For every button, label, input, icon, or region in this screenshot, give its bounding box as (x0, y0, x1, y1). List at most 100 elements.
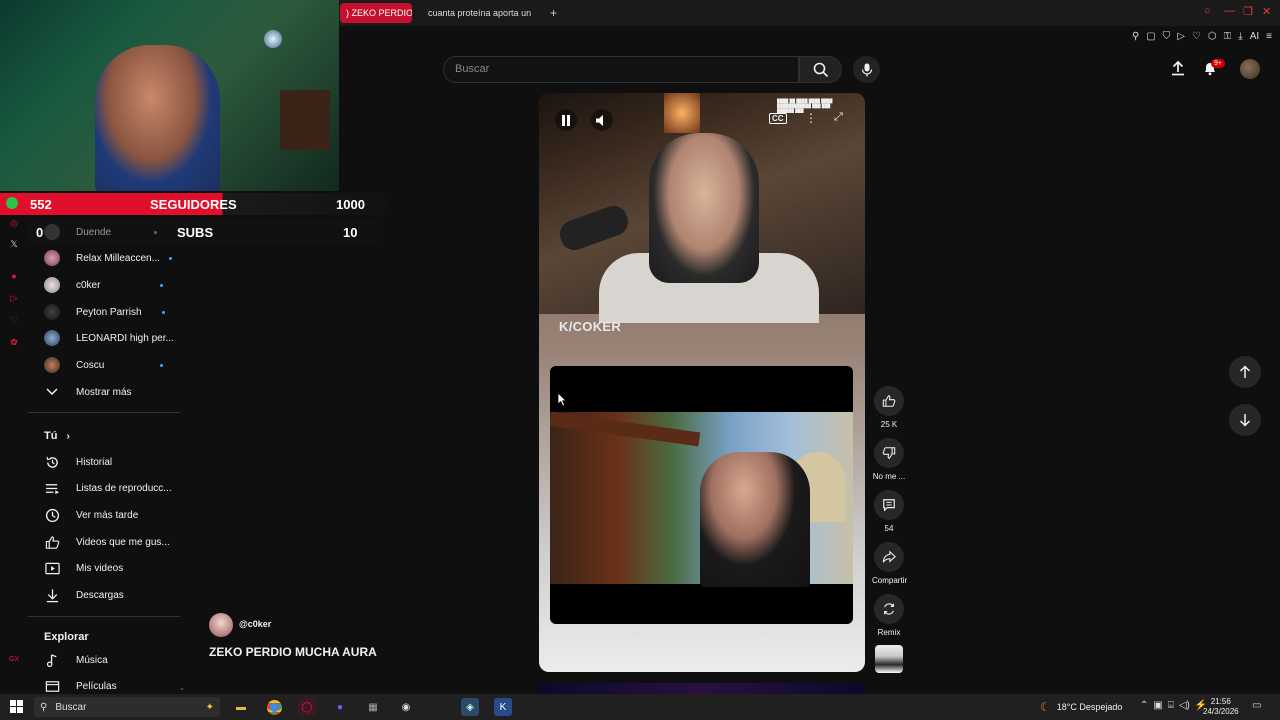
channel-avatar (44, 357, 60, 373)
x-icon: 𝕏 (10, 239, 18, 249)
steam-icon[interactable]: ◈ (461, 698, 479, 716)
search-input[interactable]: Buscar (443, 56, 799, 83)
restore-icon[interactable]: ❐ (1243, 5, 1253, 18)
ai-button[interactable]: AI (1250, 31, 1259, 42)
remix-button[interactable]: Remix (872, 594, 906, 637)
sidebar-channel-leonardi[interactable]: LEONARDI high per... (44, 328, 174, 348)
tray-network-icon[interactable]: ⌸ (1168, 700, 1174, 711)
next-short-button[interactable] (1229, 404, 1261, 436)
share-button[interactable]: Compartir (872, 542, 908, 585)
sidebar-item-downloads[interactable]: Descargas (44, 585, 124, 605)
menu-icon[interactable]: ≡ (1266, 31, 1272, 42)
vpn-icon[interactable]: ⚿ (1224, 31, 1232, 42)
like-button[interactable]: 25 K (872, 386, 906, 429)
file-explorer-icon[interactable]: ▬ (232, 698, 250, 716)
gx-icon: GX (8, 656, 20, 663)
show-more-button[interactable]: Mostrar más (44, 382, 132, 402)
heart-icon[interactable]: ♡ (1192, 31, 1201, 42)
you-section-header[interactable]: Tú › (44, 430, 70, 442)
sidebar-channel-relax[interactable]: Relax Milleaccen... (44, 248, 172, 268)
app-icon[interactable]: ▦ (364, 698, 382, 716)
taskbar-search-input[interactable]: ⚲ Buscar ✦ (34, 697, 220, 717)
upload-icon[interactable] (1170, 60, 1186, 81)
fullscreen-icon[interactable]: ⤢ (834, 111, 843, 124)
search-button[interactable] (799, 56, 842, 83)
microphone-icon (861, 63, 872, 76)
snapshot-icon[interactable]: ▢ (1146, 31, 1155, 42)
sidebar-item-liked-videos[interactable]: Videos que me gus... (44, 532, 170, 552)
chrome-icon[interactable] (265, 698, 283, 716)
stream-caption-overlay: ████ ██ ████ ████ ████ ████████████ ███ █… (777, 98, 833, 113)
music-icon (44, 652, 60, 668)
sidebar-scroll-chevron-icon[interactable]: ⌄ (179, 684, 185, 692)
followers-count: 552 (30, 197, 52, 212)
sidebar-channel-c0ker[interactable]: c0ker (44, 275, 164, 295)
obs-icon[interactable]: ◉ (397, 698, 415, 716)
clip-image (550, 411, 853, 587)
sidebar-item-my-videos[interactable]: Mis videos (44, 558, 123, 578)
previous-short-button[interactable] (1229, 356, 1261, 388)
shield-icon[interactable]: ⛉ (1163, 31, 1171, 42)
notifications-center-icon[interactable]: ▭ (1252, 700, 1261, 711)
sidebar-item-watch-later[interactable]: Ver más tarde (44, 505, 138, 525)
taskbar-clock[interactable]: 21:56 24/3/2026 (1203, 697, 1239, 717)
pin-icon[interactable]: ⚲ (1132, 31, 1139, 42)
new-content-dot (161, 310, 165, 314)
clock-time: 21:56 (1210, 697, 1231, 706)
voice-search-button[interactable] (853, 56, 880, 83)
discord-icon[interactable]: ● (331, 698, 349, 716)
player-icon[interactable]: ▷ (1177, 31, 1185, 42)
weather-widget[interactable]: ☾ 18°C Despejado (1040, 700, 1122, 714)
download-icon[interactable]: ⤓ (1238, 31, 1242, 42)
more-options-icon[interactable]: ⋮ (805, 111, 817, 125)
arrow-down-icon (1239, 414, 1251, 427)
extensions-icon[interactable]: ⬡ (1208, 31, 1217, 42)
tab-active[interactable]: ) ZEKO PERDIO M (340, 3, 412, 23)
movies-icon (44, 678, 60, 694)
captions-button[interactable]: CC (769, 113, 787, 124)
sidebar-item-playlists[interactable]: Listas de reproducc... (44, 478, 172, 498)
history-icon (44, 454, 60, 470)
short-video-player[interactable]: ████ ██ ████ ████ ████ ████████████ ███ █… (539, 93, 865, 672)
close-icon[interactable]: ✕ (1262, 5, 1271, 18)
share-icon (874, 542, 904, 572)
sidebar-channel-peyton[interactable]: Peyton Parrish (44, 302, 165, 322)
app-k-icon[interactable]: K (494, 698, 512, 716)
tray-app-icon[interactable]: ▣ (1153, 700, 1162, 711)
chevron-down-icon (44, 384, 60, 400)
system-tray: ⌃ ▣ ⌸ ◁) ⚡ (1140, 700, 1207, 711)
channel-avatar[interactable] (209, 613, 233, 637)
instagram-icon: ◎ (10, 218, 18, 228)
taskbar-search-placeholder: Buscar (55, 701, 87, 713)
tray-volume-icon[interactable]: ◁) (1179, 700, 1190, 711)
volume-button[interactable] (591, 109, 613, 131)
channel-handle[interactable]: @c0ker (239, 619, 271, 629)
downloads-icon (44, 587, 60, 603)
windows-start-icon[interactable] (10, 700, 23, 718)
comments-button[interactable]: 54 (872, 490, 906, 533)
browser-toolbar: ⚲ ▢ ⛉ ▷ ♡ ⬡ ⚿ ⤓ AI ≡ (1132, 31, 1272, 42)
dislike-button[interactable]: No me ... (872, 438, 906, 481)
opera-gx-icon[interactable]: ◯ (298, 698, 316, 716)
channel-name: Duende (76, 226, 112, 238)
tab-protein-search[interactable]: cuanta proteína aporta un (418, 3, 536, 23)
audio-source-thumbnail[interactable] (875, 645, 903, 673)
share-label: Compartir (872, 576, 908, 585)
channel-avatar (44, 250, 60, 266)
search-tabs-icon[interactable]: ○ (1204, 5, 1211, 17)
new-tab-button[interactable]: + (544, 3, 563, 23)
account-avatar[interactable] (1240, 59, 1260, 79)
sidebar-channel-coscu[interactable]: Coscu (44, 355, 164, 375)
pause-button[interactable] (555, 109, 577, 131)
sidebar-item-history[interactable]: Historial (44, 452, 112, 472)
sidebar-item-music[interactable]: Música (44, 650, 108, 670)
twitch-icon: ● (11, 271, 17, 281)
tray-chevron-icon[interactable]: ⌃ (1140, 700, 1148, 711)
channel-name: c0ker (76, 279, 101, 291)
short-streamer-cam: ████ ██ ████ ████ ████ ████████████ ███ █… (539, 93, 865, 323)
thumbs-down-icon (874, 438, 904, 468)
minimize-icon[interactable]: — (1224, 5, 1235, 17)
status-dot (154, 230, 158, 234)
sidebar-item-movies[interactable]: Películas (44, 676, 117, 696)
sidebar-channel-duende[interactable]: Duende (44, 222, 158, 242)
